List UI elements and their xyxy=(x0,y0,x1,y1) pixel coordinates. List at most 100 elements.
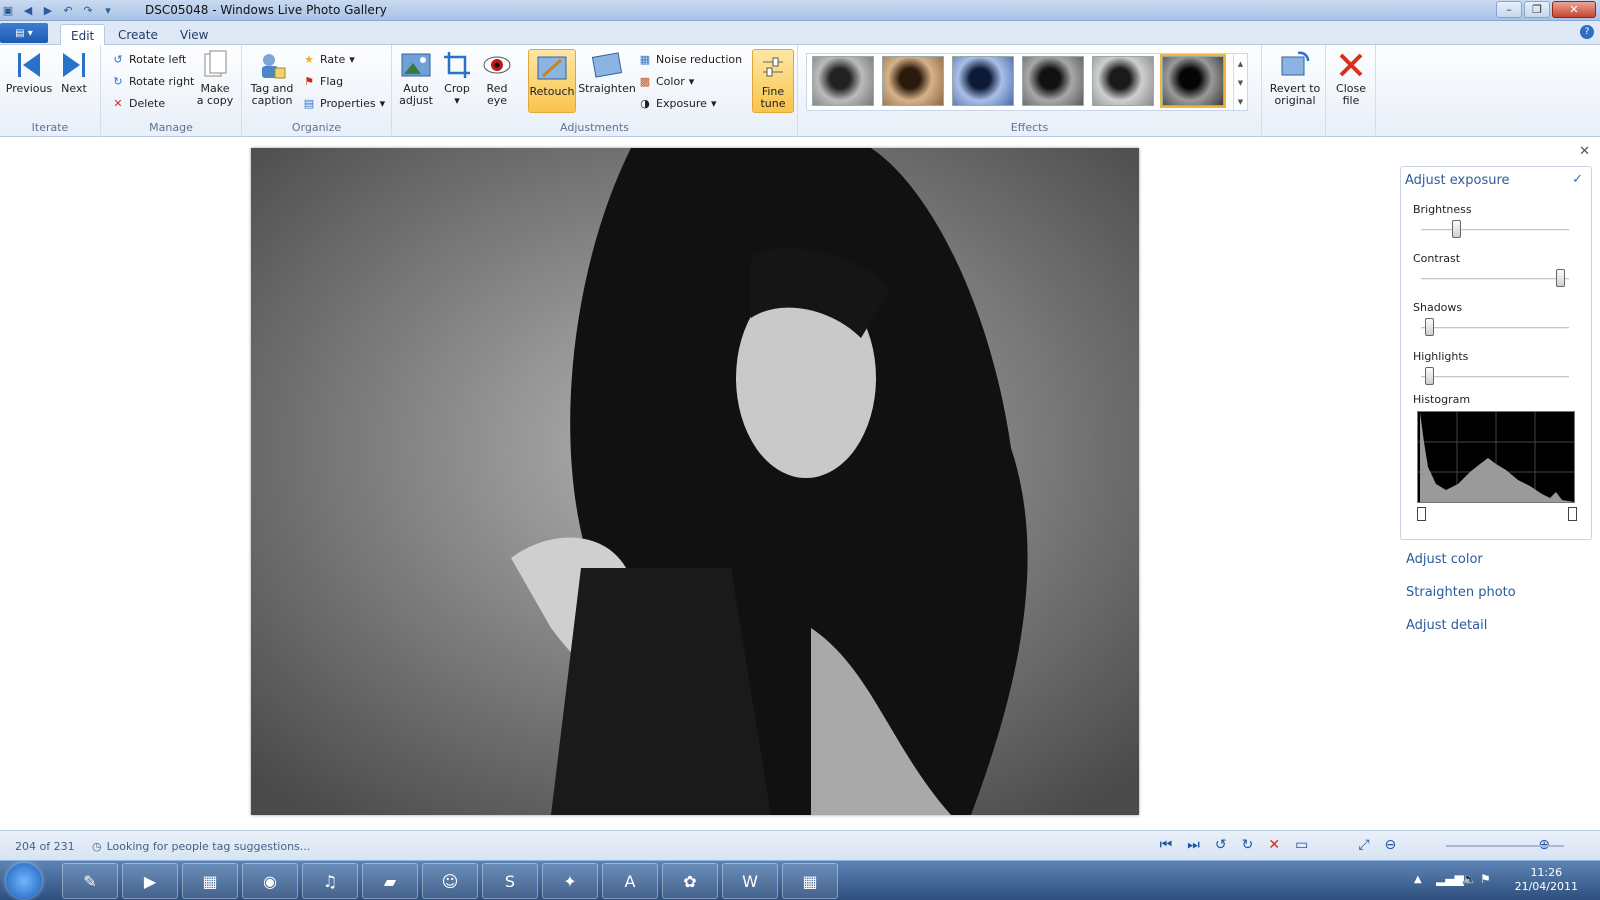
show-hidden-icons-icon[interactable]: ▲ xyxy=(1414,874,1422,885)
tab-view[interactable]: View xyxy=(170,24,218,46)
close-file-button[interactable]: Close file xyxy=(1332,49,1370,107)
photo-canvas[interactable] xyxy=(251,148,1139,815)
zoom-out-icon[interactable]: ⊖ xyxy=(1385,837,1397,853)
tab-edit[interactable]: Edit xyxy=(60,24,106,46)
group-organize: Tag and caption ★ Rate ▾ ⚑ Flag ▤ Properties… xyxy=(242,45,392,137)
section-title[interactable]: Adjust exposure xyxy=(1405,173,1510,188)
action-center-icon[interactable]: ⚑ xyxy=(1480,872,1491,886)
tag-and-caption-button[interactable]: Tag and caption xyxy=(248,49,296,107)
taskbar-folder-icon[interactable]: ▰ xyxy=(362,863,418,899)
effect-sepia[interactable] xyxy=(882,56,944,106)
effect-red-filter[interactable] xyxy=(1160,54,1226,108)
straighten-button[interactable]: Straighten xyxy=(578,49,636,95)
delete-icon[interactable]: ✕ xyxy=(1268,837,1280,853)
status-message: Looking for people tag suggestions... xyxy=(106,840,311,853)
contrast-knob[interactable] xyxy=(1556,269,1565,287)
auto-adjust-button[interactable]: Auto adjust xyxy=(396,49,436,107)
brightness-slider[interactable] xyxy=(1421,220,1569,238)
shadows-knob[interactable] xyxy=(1425,318,1434,336)
tab-create[interactable]: Create xyxy=(108,24,168,46)
highlights-knob[interactable] xyxy=(1425,367,1434,385)
straighten-photo-link[interactable]: Straighten photo xyxy=(1406,585,1516,600)
start-button[interactable] xyxy=(6,863,42,899)
dropdown-arrow-icon: ▾ xyxy=(454,94,460,107)
forward-icon[interactable]: ▶ xyxy=(40,2,56,18)
scroll-down-icon[interactable]: ▼ xyxy=(1238,79,1243,87)
redo-icon[interactable]: ↷ xyxy=(80,2,96,18)
taskbar-photo-gallery-icon[interactable]: ✎ xyxy=(62,863,118,899)
rotate-right-button[interactable]: ↻ Rotate right xyxy=(111,74,194,88)
effect-black-and-white[interactable] xyxy=(812,56,874,106)
taskbar-active-app-icon[interactable]: ▦ xyxy=(782,863,838,899)
effects-scroll[interactable]: ▲ ▼ ▼ xyxy=(1233,54,1247,112)
taskbar-skype-icon[interactable]: S xyxy=(482,863,538,899)
taskbar-itunes-icon[interactable]: ♫ xyxy=(302,863,358,899)
make-copy-button[interactable]: Make a copy xyxy=(195,49,235,107)
red-eye-button[interactable]: Red eye xyxy=(480,49,514,107)
fit-to-window-icon[interactable]: ⤢ xyxy=(1358,837,1369,853)
flag-icon: ⚑ xyxy=(304,74,314,88)
flag-button[interactable]: ⚑ Flag xyxy=(302,74,343,88)
window-title: DSC05048 - Windows Live Photo Gallery xyxy=(145,3,387,17)
revert-to-original-button[interactable]: Revert to original xyxy=(1268,49,1322,107)
next-button[interactable]: Next xyxy=(56,49,92,95)
taskbar-explorer-icon[interactable]: ▦ xyxy=(182,863,238,899)
rate-button[interactable]: ★ Rate ▾ xyxy=(302,52,355,66)
delete-button[interactable]: ✕ Delete xyxy=(111,96,165,110)
effect-orange-filter[interactable] xyxy=(1022,56,1084,106)
effect-yellow-filter[interactable] xyxy=(1092,56,1154,106)
app-menu-button[interactable]: ▤ ▾ xyxy=(0,23,48,43)
crop-button[interactable]: Crop ▾ xyxy=(440,49,474,107)
noise-reduction-button[interactable]: ▦ Noise reduction xyxy=(638,52,742,66)
checkmark-icon: ✓ xyxy=(1572,172,1583,187)
close-window-button[interactable]: ✕ xyxy=(1552,1,1596,18)
retouch-icon xyxy=(536,52,568,84)
previous-button[interactable]: Previous xyxy=(6,49,52,95)
properties-button[interactable]: ▤ Properties ▾ xyxy=(302,96,385,110)
customize-dropdown-icon[interactable]: ▾ xyxy=(100,2,116,18)
exposure-button[interactable]: ◑ Exposure ▾ xyxy=(638,96,716,110)
shadows-slider[interactable] xyxy=(1421,318,1569,336)
group-label: Organize xyxy=(291,121,342,134)
revert-icon xyxy=(1279,49,1311,81)
clock[interactable]: 11:26 21/04/2011 xyxy=(1515,866,1578,894)
slideshow-icon[interactable]: ▭ xyxy=(1295,837,1308,853)
highlights-slider[interactable] xyxy=(1421,367,1569,385)
rotate-left-icon[interactable]: ↺ xyxy=(1215,837,1227,853)
group-adjustments: Auto adjust Crop ▾ Red eye Retouch Strai… xyxy=(392,45,798,137)
first-photo-icon[interactable]: ⏮ xyxy=(1160,837,1173,853)
last-photo-icon[interactable]: ⏭ xyxy=(1187,837,1200,853)
zoom-slider[interactable] xyxy=(1446,845,1564,847)
taskbar-messenger-icon[interactable]: ☺ xyxy=(422,863,478,899)
taskbar-acrobat-icon[interactable]: A xyxy=(602,863,658,899)
taskbar-paint-icon[interactable]: ✿ xyxy=(662,863,718,899)
brightness-knob[interactable] xyxy=(1452,220,1461,238)
undo-icon[interactable]: ↶ xyxy=(60,2,76,18)
color-button[interactable]: ▩ Color ▾ xyxy=(638,74,694,88)
histogram-black-point-handle[interactable] xyxy=(1417,507,1426,521)
taskbar-chrome-icon[interactable]: ◉ xyxy=(242,863,298,899)
taskbar-media-player-icon[interactable]: ▶ xyxy=(122,863,178,899)
rotate-left-button[interactable]: ↺ Rotate left xyxy=(111,52,186,66)
title-bar: ▣ ◀ ▶ ↶ ↷ ▾ DSC05048 - Windows Live Phot… xyxy=(0,0,1600,21)
scroll-up-icon[interactable]: ▲ xyxy=(1238,60,1243,68)
effect-cyan-tone[interactable] xyxy=(952,56,1014,106)
volume-icon[interactable]: 🔈 xyxy=(1462,872,1477,886)
help-icon[interactable]: ? xyxy=(1580,25,1594,39)
maximize-button[interactable]: ❐ xyxy=(1524,1,1550,18)
noise-reduction-icon: ▦ xyxy=(639,52,651,66)
minimize-button[interactable]: – xyxy=(1496,1,1522,18)
network-icon[interactable]: ▂▄▆ xyxy=(1436,872,1464,886)
adjust-detail-link[interactable]: Adjust detail xyxy=(1406,618,1487,633)
expand-gallery-icon[interactable]: ▼ xyxy=(1238,98,1243,106)
back-icon[interactable]: ◀ xyxy=(20,2,36,18)
taskbar-safari-icon[interactable]: ✦ xyxy=(542,863,598,899)
close-panel-icon[interactable]: ✕ xyxy=(1579,144,1590,159)
histogram-white-point-handle[interactable] xyxy=(1568,507,1577,521)
retouch-button[interactable]: Retouch xyxy=(528,49,576,113)
rotate-right-icon[interactable]: ↻ xyxy=(1242,837,1254,853)
taskbar-word-icon[interactable]: W xyxy=(722,863,778,899)
adjust-color-link[interactable]: Adjust color xyxy=(1406,552,1483,567)
contrast-slider[interactable] xyxy=(1421,269,1569,287)
fine-tune-button[interactable]: Fine tune xyxy=(752,49,794,113)
